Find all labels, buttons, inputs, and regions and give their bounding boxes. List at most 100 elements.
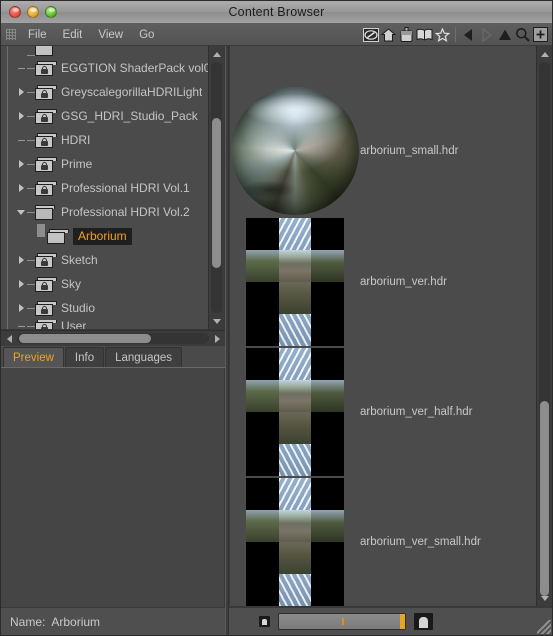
list-item[interactable]: arborium_small.hdr [230, 86, 536, 216]
window-controls [9, 6, 57, 18]
thumbnail[interactable] [230, 348, 360, 476]
menu-file[interactable]: File [20, 27, 55, 43]
tree-twisty-studio[interactable] [15, 296, 27, 320]
tab-languages[interactable]: Languages [105, 347, 183, 367]
tree-connector [27, 211, 35, 213]
back-arrow-icon[interactable] [460, 26, 477, 43]
small-thumbnail-icon[interactable] [259, 616, 270, 627]
tree-row-greyscalegorilla[interactable]: GreyscalegorillaHDRILight [1, 80, 208, 104]
tree-row-professional-hdri-vol2[interactable]: Professional HDRI Vol.2 [1, 200, 208, 224]
presets-icon[interactable] [398, 26, 415, 43]
hscroll-thumb[interactable] [19, 334, 151, 343]
scroll-left-icon[interactable] [1, 331, 17, 346]
menu-edit[interactable]: Edit [55, 27, 91, 43]
right-pane: arborium_small.hdr arborium_ver.hdr arbo… [229, 46, 552, 635]
thumbnail[interactable] [230, 478, 360, 606]
tree-twisty-greyscalegorilla[interactable] [15, 80, 27, 104]
navigator-icon[interactable] [362, 26, 379, 43]
tree-row-sky[interactable]: Sky [1, 272, 208, 296]
thumbnail[interactable] [230, 87, 360, 215]
tree-connector [37, 224, 45, 237]
title-bar: Content Browser [1, 1, 552, 24]
cubemap-cross-preview [246, 218, 344, 346]
forward-arrow-icon[interactable] [478, 26, 495, 43]
minimize-button[interactable] [27, 6, 39, 18]
locked-folder-icon [35, 300, 57, 316]
library-icon[interactable] [416, 26, 433, 43]
tree-horizontal-scrollbar[interactable] [1, 330, 225, 346]
tree-row-eggtion[interactable]: EGGTION ShaderPack vol0 [1, 56, 208, 80]
list-item[interactable]: arborium_ver_small.hdr [230, 478, 536, 606]
tree-twisty-eggtion[interactable] [15, 56, 27, 80]
tree-row-arborium[interactable]: Arborium [1, 224, 208, 248]
tab-preview[interactable]: Preview [3, 347, 64, 367]
tree-label: User [61, 320, 87, 329]
window-title: Content Browser [228, 5, 325, 19]
tree-row-professional-hdri-vol1[interactable]: Professional HDRI Vol.1 [1, 176, 208, 200]
up-arrow-icon[interactable] [496, 26, 513, 43]
thumbnail[interactable] [230, 218, 360, 346]
locked-folder-icon [35, 108, 57, 124]
tree-connector [27, 115, 35, 117]
left-pane: EGGTION ShaderPack vol0 Greyscalegorilla… [1, 46, 225, 635]
tree-row-prime[interactable]: Prime [1, 152, 208, 176]
drag-grip-icon[interactable] [6, 29, 16, 40]
tree-row-sketch[interactable]: Sketch [1, 248, 208, 272]
slider-handle[interactable] [400, 614, 405, 629]
tree-vertical-scrollbar[interactable] [208, 46, 224, 329]
file-name: arborium_ver.hdr [360, 276, 447, 288]
tree-twisty-user[interactable] [15, 320, 27, 329]
tree-twisty-vol2[interactable] [15, 200, 27, 224]
tree-twisty-sketch[interactable] [15, 248, 27, 272]
favorites-star-icon[interactable] [434, 26, 451, 43]
scroll-thumb[interactable] [540, 401, 549, 596]
thumbnail-size-slider[interactable] [278, 613, 406, 630]
toolbar-separator [455, 27, 456, 42]
menu-go[interactable]: Go [131, 27, 162, 43]
home-icon[interactable] [380, 26, 397, 43]
tree-row-user[interactable]: User [1, 320, 208, 329]
scroll-up-icon[interactable] [537, 46, 552, 62]
file-name: arborium_ver_small.hdr [360, 536, 481, 548]
tree-row-gsg-hdri-studio-pack[interactable]: GSG_HDRI_Studio_Pack [1, 104, 208, 128]
large-thumbnail-icon[interactable] [414, 613, 433, 630]
list-item[interactable]: arborium_ver_half.hdr [230, 348, 536, 476]
file-list-scrollbar[interactable] [536, 46, 552, 606]
toolbar [362, 26, 549, 43]
locked-folder-icon [35, 276, 57, 292]
tree-connector [27, 325, 35, 327]
tree-twisty-sky[interactable] [15, 272, 27, 296]
scroll-up-icon[interactable] [209, 46, 224, 62]
tree-twisty-hdri[interactable] [15, 128, 27, 152]
scroll-down-icon[interactable] [209, 313, 224, 329]
tree-row-partial-top[interactable] [1, 46, 208, 56]
tree-twisty[interactable] [15, 46, 27, 56]
close-button[interactable] [9, 6, 21, 18]
tab-info[interactable]: Info [64, 347, 105, 367]
window-resize-handle[interactable] [537, 620, 551, 634]
tree-twisty-prime[interactable] [15, 152, 27, 176]
locked-folder-icon [35, 156, 57, 172]
tree-twisty-vol1[interactable] [15, 176, 27, 200]
scroll-down-icon[interactable] [537, 590, 552, 606]
folder-tree: EGGTION ShaderPack vol0 Greyscalegorilla… [1, 46, 208, 329]
locked-folder-icon [35, 320, 57, 329]
tree-row-hdri[interactable]: HDRI [1, 128, 208, 152]
list-item[interactable]: arborium_ver.hdr [230, 218, 536, 346]
tree-twisty-gsg[interactable] [15, 104, 27, 128]
scroll-right-icon[interactable] [209, 331, 225, 346]
zoom-button[interactable] [45, 6, 57, 18]
folder-icon [35, 46, 54, 56]
tree-label: Studio [61, 301, 96, 315]
tree-row-studio[interactable]: Studio [1, 296, 208, 320]
tree-connector [27, 259, 35, 261]
add-icon[interactable] [532, 26, 549, 43]
open-folder-icon [35, 204, 55, 220]
tree-label: Professional HDRI Vol.2 [61, 205, 190, 219]
locked-folder-icon [35, 252, 57, 268]
search-icon[interactable] [514, 26, 531, 43]
name-value: Arborium [51, 614, 101, 629]
scroll-thumb[interactable] [212, 118, 221, 268]
menu-view[interactable]: View [90, 27, 131, 43]
slider-tick [342, 618, 344, 625]
